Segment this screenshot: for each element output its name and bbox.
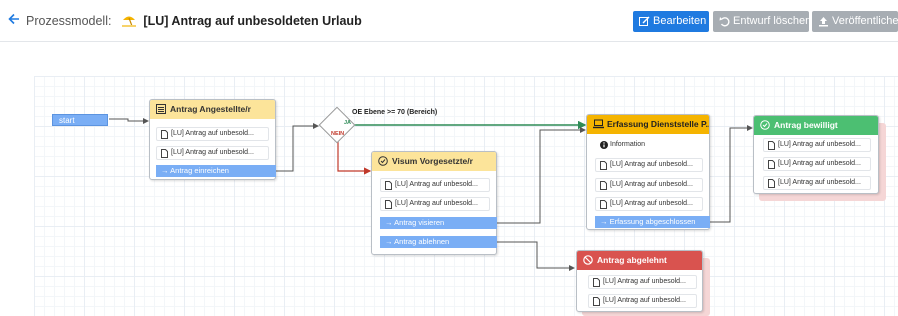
form-row[interactable]: [LU] Antrag auf unbesold... xyxy=(595,158,703,172)
document-icon xyxy=(385,200,392,209)
form-row[interactable]: [LU] Antrag auf unbesold... xyxy=(156,146,269,160)
check-circle-icon xyxy=(378,156,388,166)
form-row-label: [LU] Antrag auf unbesold... xyxy=(395,200,478,207)
list-icon xyxy=(156,104,166,114)
form-row-label: [LU] Antrag auf unbesold... xyxy=(610,200,693,207)
document-icon xyxy=(600,200,607,209)
document-icon xyxy=(385,181,392,190)
form-row-label: [LU] Antrag auf unbesold... xyxy=(171,149,254,156)
node-header: Visum Vorgesetzte/r xyxy=(372,152,496,171)
form-row[interactable]: [LU] Antrag auf unbesold... xyxy=(588,275,697,289)
form-row[interactable]: [LU] Antrag auf unbesold... xyxy=(595,197,703,211)
check-circle-icon xyxy=(760,120,770,130)
start-label: start xyxy=(59,116,75,125)
node-title: Antrag bewilligt xyxy=(774,120,838,130)
form-row-label: [LU] Antrag auf unbesold... xyxy=(395,181,478,188)
document-icon xyxy=(593,278,600,287)
start-node[interactable]: start xyxy=(52,114,108,126)
form-row[interactable]: [LU] Antrag auf unbesold... xyxy=(763,157,871,171)
form-row-label: [LU] Antrag auf unbesold... xyxy=(778,160,861,167)
task-node-erfassung-dienststelle[interactable]: Erfassung Dienststelle P... Information … xyxy=(586,114,710,230)
transition-antrag-ablehnen[interactable]: → Antrag ablehnen xyxy=(380,236,497,248)
document-icon xyxy=(600,161,607,170)
form-row[interactable]: [LU] Antrag auf unbesold... xyxy=(763,138,871,152)
edge-angestellte-to-gateway xyxy=(275,123,319,172)
node-header: Antrag Angestellte/r xyxy=(150,100,275,119)
form-row[interactable]: [LU] Antrag auf unbesold... xyxy=(380,178,490,192)
document-icon xyxy=(161,130,168,139)
document-icon xyxy=(600,181,607,190)
edge-start-to-angestellte xyxy=(109,118,149,124)
form-row-label: [LU] Antrag auf unbesold... xyxy=(171,130,254,137)
edge-visum-ablehnen xyxy=(496,241,575,271)
node-header: Erfassung Dienststelle P... xyxy=(587,115,709,134)
form-row-label: [LU] Antrag auf unbesold... xyxy=(778,141,861,148)
form-row[interactable]: [LU] Antrag auf unbesold... xyxy=(156,127,269,141)
transition-antrag-einreichen[interactable]: → Antrag einreichen xyxy=(156,165,276,177)
form-row-label: [LU] Antrag auf unbesold... xyxy=(610,181,693,188)
edge-gateway-nein xyxy=(337,140,372,175)
transition-label: Erfassung abgeschlossen xyxy=(609,217,696,226)
document-icon xyxy=(161,149,168,158)
gateway-no-label: NEIN xyxy=(331,131,345,137)
gateway-yes-label: JA xyxy=(344,120,352,126)
end-node-antrag-bewilligt[interactable]: Antrag bewilligt [LU] Antrag auf unbesol… xyxy=(753,115,879,194)
document-icon xyxy=(768,179,775,188)
node-title: Visum Vorgesetzte/r xyxy=(392,156,473,166)
form-row[interactable]: [LU] Antrag auf unbesold... xyxy=(588,294,697,308)
gateway-label: OE Ebene >= 70 (Bereich) xyxy=(352,109,438,116)
laptop-icon xyxy=(593,119,604,129)
transition-label: Antrag visieren xyxy=(394,218,445,227)
task-node-antrag-angestellte[interactable]: Antrag Angestellte/r [LU] Antrag auf unb… xyxy=(149,99,276,180)
form-row-label: [LU] Antrag auf unbesold... xyxy=(603,278,686,285)
document-icon xyxy=(593,297,600,306)
transition-label: Antrag einreichen xyxy=(170,166,229,175)
document-icon xyxy=(768,160,775,169)
transition-label: Antrag ablehnen xyxy=(394,237,450,246)
form-row-label: [LU] Antrag auf unbesold... xyxy=(610,161,693,168)
task-node-visum-vorgesetzte[interactable]: Visum Vorgesetzte/r [LU] Antrag auf unbe… xyxy=(371,151,497,255)
form-row-label: [LU] Antrag auf unbesold... xyxy=(778,179,861,186)
form-row-label: [LU] Antrag auf unbesold... xyxy=(603,297,686,304)
form-row[interactable]: [LU] Antrag auf unbesold... xyxy=(595,178,703,192)
node-header: Antrag bewilligt xyxy=(754,116,878,135)
info-label: Information xyxy=(610,141,646,148)
node-title: Erfassung Dienststelle P... xyxy=(607,119,709,129)
form-row[interactable]: [LU] Antrag auf unbesold... xyxy=(380,197,490,211)
transition-erfassung-abgeschlossen[interactable]: → Erfassung abgeschlossen xyxy=(595,216,710,228)
form-row[interactable]: [LU] Antrag auf unbesold... xyxy=(763,176,871,190)
end-node-antrag-abgelehnt[interactable]: Antrag abgelehnt [LU] Antrag auf unbesol… xyxy=(576,250,703,312)
transition-antrag-visieren[interactable]: → Antrag visieren xyxy=(380,217,497,229)
node-title: Antrag abgelehnt xyxy=(597,255,667,265)
node-title: Antrag Angestellte/r xyxy=(170,104,251,114)
info-row[interactable]: Information xyxy=(595,138,703,152)
edge-erfassung-to-bewilligt xyxy=(709,125,753,223)
edge-visum-visieren xyxy=(496,127,586,224)
info-icon xyxy=(600,141,608,149)
ban-icon xyxy=(583,255,593,265)
document-icon xyxy=(768,141,775,150)
node-header: Antrag abgelehnt xyxy=(577,251,702,270)
